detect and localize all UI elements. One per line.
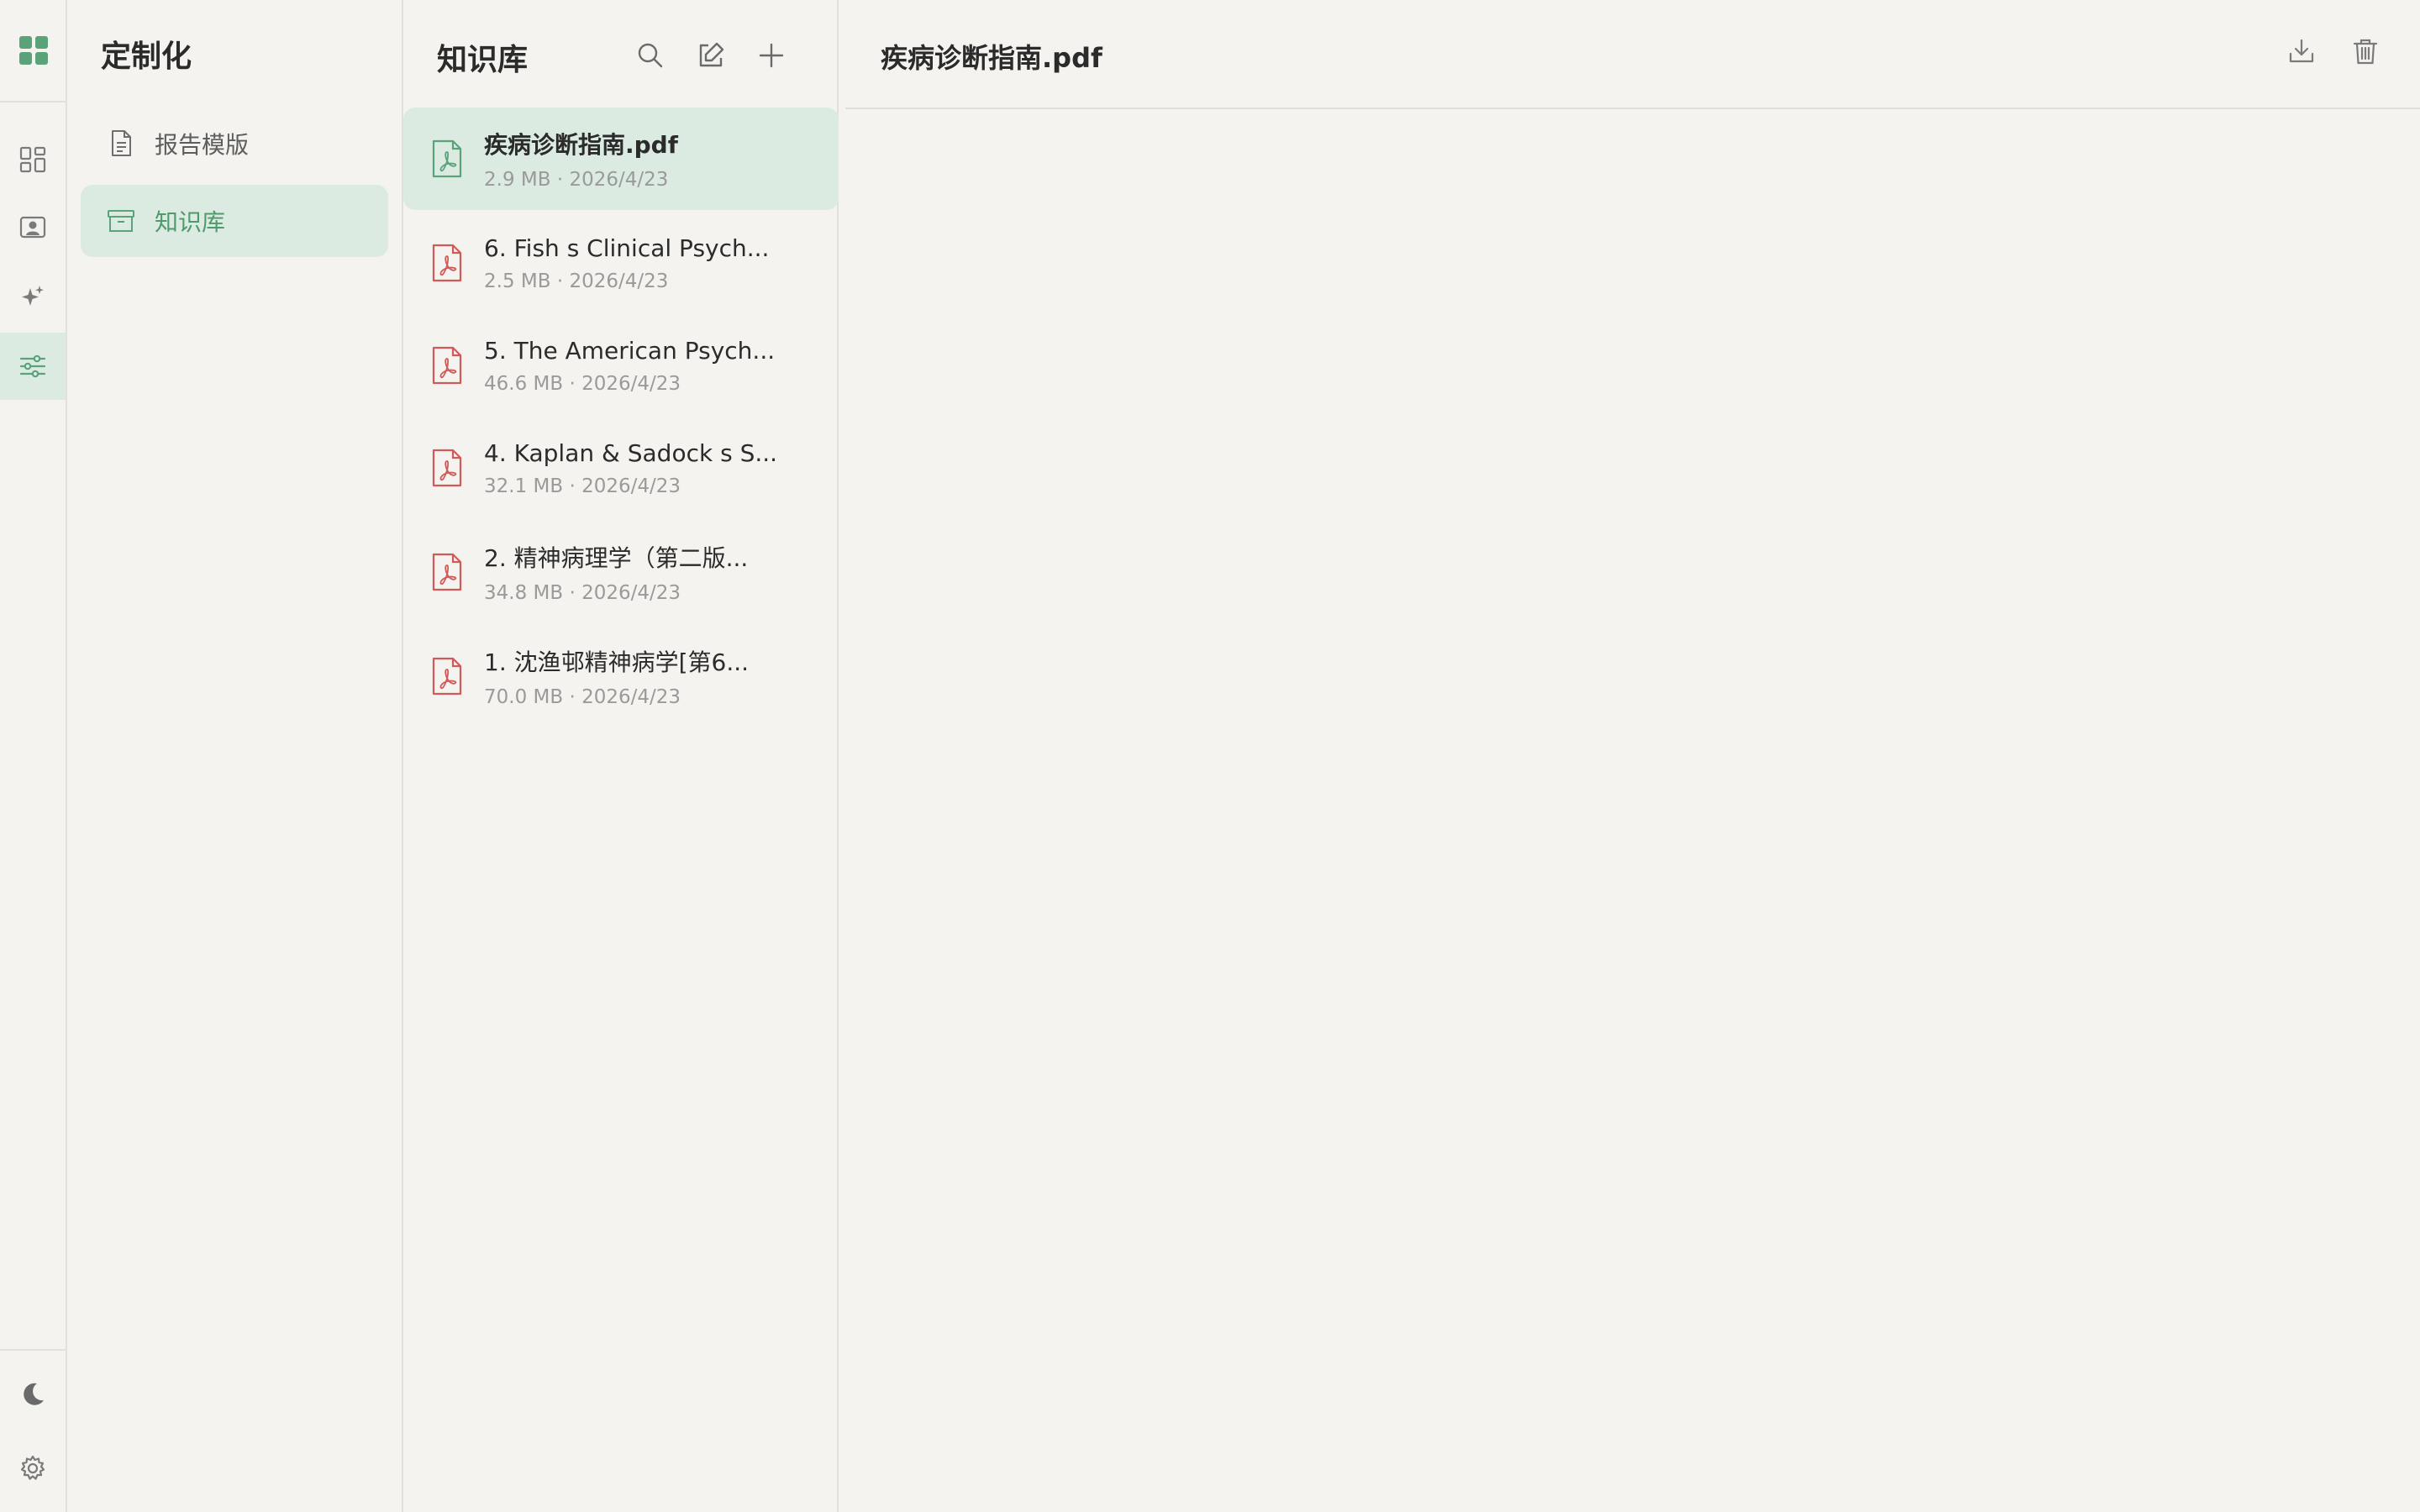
- document-viewer: 疾病诊断指南.pdf: [845, 0, 2420, 1512]
- file-meta: 32.1 MB · 2026/4/23: [484, 475, 681, 497]
- icon-rail: [0, 0, 67, 1512]
- file-row[interactable]: 疾病诊断指南.pdf 2.9 MB · 2026/4/23: [403, 108, 839, 210]
- pdf-file-icon: [432, 553, 462, 591]
- file-row[interactable]: 2. 精神病理学（第二版... 34.8 MB · 2026/4/23: [403, 521, 837, 623]
- search-icon[interactable]: [632, 37, 669, 74]
- viewer-actions: [2284, 34, 2383, 69]
- file-meta: 2.9 MB · 2026/4/23: [484, 169, 669, 191]
- list-title: 知识库: [437, 43, 529, 77]
- edit-icon[interactable]: [692, 37, 729, 74]
- sidebar-item-label: 知识库: [155, 208, 226, 236]
- pdf-file-icon: [432, 346, 462, 385]
- file-row[interactable]: 6. Fish s Clinical Psych... 2.5 MB · 202…: [403, 212, 837, 314]
- file-row[interactable]: 1. 沈渔邨精神病学[第6... 70.0 MB · 2026/4/23: [403, 625, 837, 727]
- customize-sidebar: 定制化 报告模版 知识库: [67, 0, 403, 1512]
- patient-icon[interactable]: [0, 195, 66, 262]
- list-toolbar: [632, 37, 790, 74]
- knowledge-file-list: 知识库 疾病诊断指南.pdf 2.9 MB · 2026/4/23 6. Fis…: [403, 0, 839, 1512]
- trash-icon[interactable]: [2348, 34, 2383, 69]
- viewer-title: 疾病诊断指南.pdf: [881, 42, 1102, 74]
- file-name: 2. 精神病理学（第二版...: [484, 544, 749, 572]
- grid-logo-icon[interactable]: [0, 0, 67, 102]
- file-meta: 46.6 MB · 2026/4/23: [484, 372, 681, 395]
- file-name: 1. 沈渔邨精神病学[第6...: [484, 648, 750, 676]
- pdf-file-icon: [432, 139, 462, 178]
- sidebar-title: 定制化: [101, 39, 192, 74]
- file-meta: 2.5 MB · 2026/4/23: [484, 270, 669, 292]
- dashboard-icon[interactable]: [0, 126, 66, 193]
- sidebar-item-knowledge-base[interactable]: 知识库: [81, 185, 388, 257]
- file-meta: 70.0 MB · 2026/4/23: [484, 686, 681, 708]
- file-row[interactable]: 4. Kaplan & Sadock s S... 32.1 MB · 2026…: [403, 417, 837, 519]
- file-name: 6. Fish s Clinical Psych...: [484, 234, 770, 262]
- moon-icon[interactable]: [0, 1361, 66, 1428]
- plus-icon[interactable]: [753, 37, 790, 74]
- app-window: 定制化 报告模版 知识库 知识库 疾病诊断指南.pdf 2.9 MB · 202…: [0, 0, 2420, 1512]
- sparkle-icon[interactable]: [0, 264, 66, 331]
- gear-icon[interactable]: [0, 1435, 66, 1502]
- sidebar-item-label: 报告模版: [155, 131, 250, 159]
- rail-divider: [0, 1349, 66, 1351]
- pdf-file-icon: [432, 449, 462, 487]
- download-icon[interactable]: [2284, 34, 2319, 69]
- file-row[interactable]: 5. The American Psych... 46.6 MB · 2026/…: [403, 314, 837, 417]
- pdf-file-icon: [432, 244, 462, 282]
- file-name: 4. Kaplan & Sadock s S...: [484, 438, 778, 467]
- sidebar-item-report-template[interactable]: 报告模版: [81, 108, 388, 180]
- file-name: 5. The American Psych...: [484, 336, 776, 365]
- archive-icon: [106, 206, 136, 236]
- sliders-icon[interactable]: [0, 333, 66, 400]
- pdf-file-icon: [432, 657, 462, 696]
- file-meta: 34.8 MB · 2026/4/23: [484, 582, 681, 604]
- viewer-header: 疾病诊断指南.pdf: [845, 0, 2420, 109]
- document-icon: [106, 129, 136, 159]
- file-name: 疾病诊断指南.pdf: [484, 131, 678, 159]
